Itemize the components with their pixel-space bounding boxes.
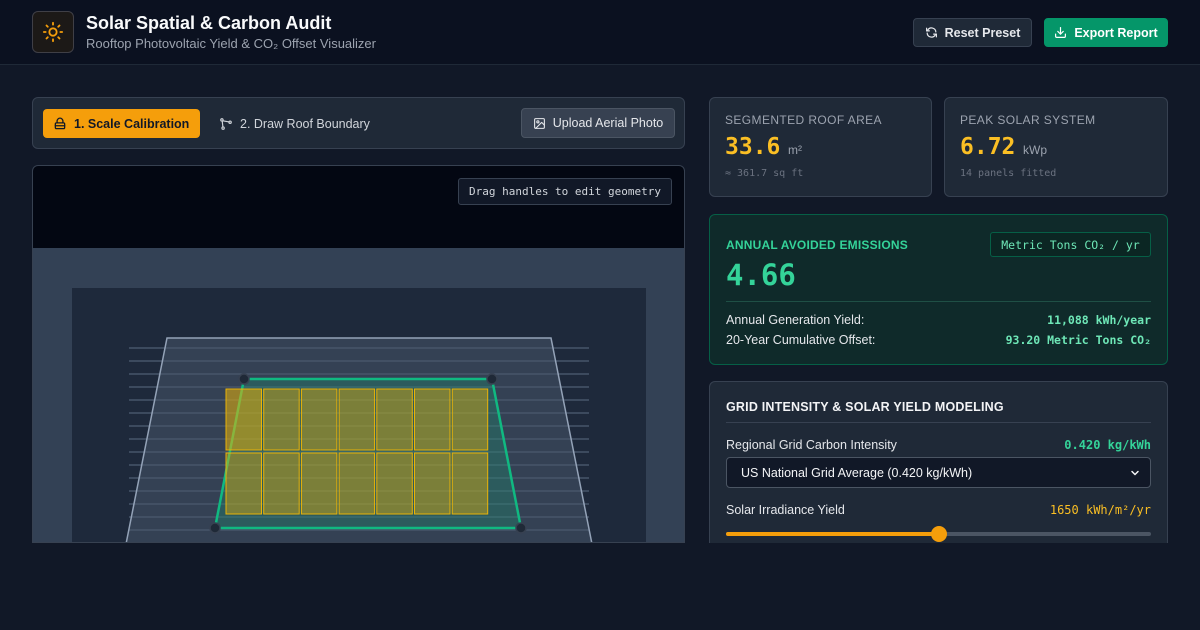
ruler-icon — [54, 117, 66, 129]
solar-panel — [338, 388, 376, 451]
app-subtitle: Rooftop Photovoltaic Yield & CO₂ Offset … — [86, 36, 376, 51]
image-icon — [533, 117, 545, 129]
chevron-down-icon — [1131, 470, 1139, 476]
roof-area-unit: m² — [788, 143, 802, 157]
boundary-handle — [209, 522, 221, 534]
upload-aerial-photo-label: Upload Aerial Photo — [552, 116, 664, 130]
peak-system-unit: kWp — [1023, 143, 1047, 157]
irradiance-slider-fill — [726, 532, 939, 536]
roof-area-value: 33.6 — [725, 134, 781, 160]
roof-scene — [33, 248, 684, 542]
grid-region-select[interactable]: US National Grid Average (0.420 kg/kWh) — [726, 457, 1151, 488]
grid-modeling-title: GRID INTENSITY & SOLAR YIELD MODELING — [726, 400, 1004, 414]
solar-panel — [451, 388, 489, 451]
solar-panel — [376, 388, 413, 451]
peak-system-label: PEAK SOLAR SYSTEM — [960, 113, 1096, 127]
solar-panel — [451, 452, 489, 515]
cumulative-offset-label: 20-Year Cumulative Offset: — [726, 333, 876, 347]
avoided-emissions-value: 4.66 — [726, 258, 796, 292]
peak-system-value: 6.72 — [960, 134, 1016, 160]
solar-panel — [300, 452, 338, 515]
boundary-handle — [238, 373, 250, 385]
avoided-emissions-card: ANNUAL AVOIDED EMISSIONS Metric Tons CO₂… — [709, 214, 1168, 365]
grid-intensity-label: Regional Grid Carbon Intensity — [726, 438, 897, 452]
solar-panel — [338, 452, 376, 515]
reset-preset-label: Reset Preset — [944, 25, 1021, 40]
roof-canvas[interactable]: Drag handles to edit geometry — [32, 165, 685, 543]
peak-system-card: PEAK SOLAR SYSTEM 6.72 kWp 14 panels fit… — [944, 97, 1168, 197]
tab-scale-calibration-label: 1. Scale Calibration — [74, 116, 190, 131]
roof-area-sqft: ≈ 361.7 sq ft — [725, 168, 804, 179]
avoided-emissions-label: ANNUAL AVOIDED EMISSIONS — [726, 238, 908, 252]
divider — [726, 301, 1151, 302]
solar-panel — [376, 452, 413, 515]
irradiance-value: 1650 kWh/m²/yr — [1049, 503, 1151, 517]
grid-region-selected: US National Grid Average (0.420 kg/kWh) — [741, 465, 973, 480]
irradiance-slider-thumb[interactable] — [930, 526, 947, 542]
divider — [726, 422, 1151, 423]
tab-scale-calibration[interactable]: 1. Scale Calibration — [43, 109, 200, 138]
irradiance-slider[interactable] — [726, 526, 1151, 542]
polygon-nodes-icon — [220, 117, 232, 130]
sun-icon — [32, 11, 74, 53]
grid-modeling-card: GRID INTENSITY & SOLAR YIELD MODELING Re… — [709, 381, 1168, 556]
solar-panel — [414, 388, 451, 451]
export-report-label: Export Report — [1074, 25, 1158, 40]
app-header: Solar Spatial & Carbon Audit Rooftop Pho… — [0, 0, 1200, 65]
download-icon — [1055, 27, 1067, 38]
solar-panel — [263, 452, 300, 515]
cumulative-offset-value: 93.20 Metric Tons CO₂ — [1005, 333, 1151, 347]
solar-panel — [414, 452, 451, 515]
irradiance-label: Solar Irradiance Yield — [726, 503, 845, 517]
solar-panel — [225, 452, 262, 515]
refresh-icon — [925, 27, 937, 38]
export-report-button[interactable]: Export Report — [1044, 18, 1168, 47]
annual-yield-label: Annual Generation Yield: — [726, 313, 865, 327]
app-title: Solar Spatial & Carbon Audit — [86, 13, 332, 33]
reset-preset-button[interactable]: Reset Preset — [913, 18, 1032, 47]
canvas-hint: Drag handles to edit geometry — [458, 178, 672, 205]
roof-area-label: SEGMENTED ROOF AREA — [725, 113, 882, 127]
tab-draw-roof-boundary-label: 2. Draw Roof Boundary — [240, 116, 370, 131]
emissions-unit-badge: Metric Tons CO₂ / yr — [990, 232, 1151, 257]
roof-area-card: SEGMENTED ROOF AREA 33.6 m² ≈ 361.7 sq f… — [709, 97, 932, 197]
boundary-handle — [486, 373, 498, 385]
upload-aerial-photo-button[interactable]: Upload Aerial Photo — [521, 108, 675, 138]
grid-intensity-value: 0.420 kg/kWh — [1064, 438, 1151, 452]
boundary-handle — [515, 522, 527, 534]
solar-panel — [225, 388, 262, 451]
panels-fitted-count: 14 panels fitted — [960, 168, 1057, 179]
solar-panel — [263, 388, 300, 451]
solar-panel — [300, 388, 338, 451]
tab-draw-roof-boundary[interactable]: 2. Draw Roof Boundary — [209, 109, 380, 138]
page-background — [0, 543, 1200, 630]
calibration-toolbar: 1. Scale Calibration 2. Draw Roof Bounda… — [32, 97, 685, 149]
annual-yield-value: 11,088 kWh/year — [1047, 313, 1151, 327]
